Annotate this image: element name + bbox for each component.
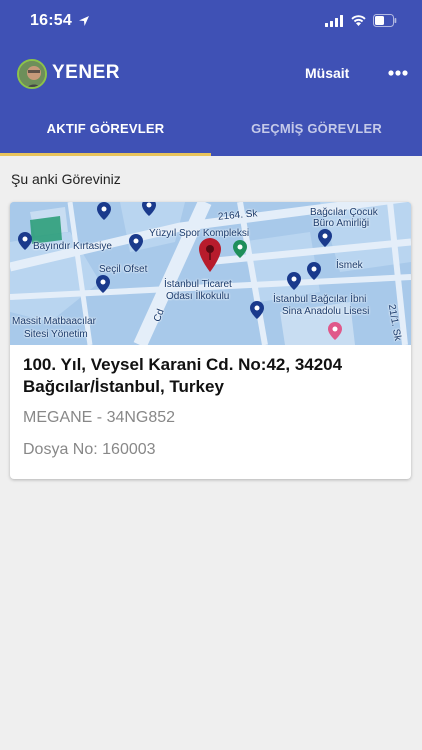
more-options-icon[interactable] xyxy=(385,65,411,81)
map-label: Büro Amirliği xyxy=(313,218,370,229)
map-marker-icon xyxy=(142,202,156,216)
map-marker-icon xyxy=(97,202,111,220)
section-title: Şu anki Göreviniz xyxy=(11,171,121,187)
battery-icon xyxy=(373,14,397,27)
destination-pin-icon xyxy=(199,238,221,272)
map-marker-icon xyxy=(96,275,110,293)
map-marker-icon xyxy=(129,234,143,252)
location-arrow-icon xyxy=(79,16,89,26)
status-bar: 16:54 xyxy=(0,0,422,44)
map-label: İstanbul Bağcılar İbni xyxy=(273,294,367,305)
tab-indicator xyxy=(0,153,211,156)
availability-status[interactable]: Müsait xyxy=(305,65,349,81)
map-label: Bağcılar Çocuk xyxy=(310,207,378,218)
tab-past-tasks[interactable]: GEÇMİŞ GÖREVLER xyxy=(211,121,422,143)
signal-icon xyxy=(325,15,343,27)
task-file-number: Dosya No: 160003 xyxy=(23,441,156,458)
tab-active-tasks[interactable]: AKTIF GÖREVLER xyxy=(0,121,211,143)
map-label: Seçil Ofset xyxy=(99,264,148,275)
map-marker-icon xyxy=(18,232,32,250)
map-label: Bayındır Kırtasiye xyxy=(33,241,112,252)
map-label: Odası İlkokulu xyxy=(166,291,230,302)
user-name: YENER xyxy=(52,62,120,83)
map-marker-icon xyxy=(287,272,301,290)
user-photo-icon xyxy=(19,61,45,87)
map-label: Sina Anadolu Lisesi xyxy=(282,306,370,317)
app-header: 16:54 YENER Müsait AKTIF GÖREVLER GEÇMİŞ… xyxy=(0,0,422,156)
task-map[interactable]: 2164. Sk Bağcılar Çocuk Büro Amirliği Yü… xyxy=(10,202,411,345)
map-marker-icon xyxy=(328,322,342,340)
map-label: Sitesi Yönetim xyxy=(24,329,88,340)
map-label: Massit Matbaacılar xyxy=(12,316,96,327)
map-marker-icon xyxy=(307,262,321,280)
clock: 16:54 xyxy=(30,12,72,29)
map-label: Yüzyıl Spor Kompleksi xyxy=(149,228,250,239)
avatar[interactable] xyxy=(17,59,47,89)
task-vehicle: MEGANE - 34NG852 xyxy=(23,409,176,426)
map-label: İsmek xyxy=(336,260,363,271)
map-marker-icon xyxy=(318,229,332,247)
map-label: İstanbul Ticaret xyxy=(164,279,232,290)
current-task-card[interactable]: 2164. Sk Bağcılar Çocuk Büro Amirliği Yü… xyxy=(10,202,411,479)
map-marker-icon xyxy=(250,301,264,319)
task-address: 100. Yıl, Veysel Karani Cd. No:42, 34204… xyxy=(23,355,343,396)
map-marker-icon xyxy=(233,240,247,258)
wifi-icon xyxy=(351,15,366,26)
